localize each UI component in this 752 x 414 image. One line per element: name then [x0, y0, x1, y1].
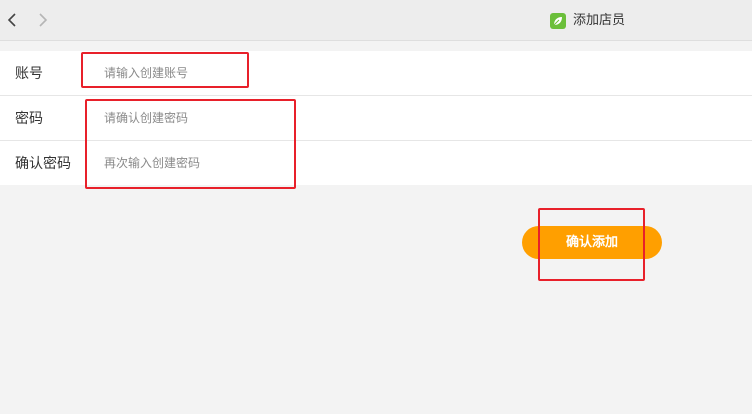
password-input[interactable]: [96, 103, 664, 133]
password-label: 密码: [15, 111, 43, 127]
account-input[interactable]: [96, 58, 664, 88]
confirm-password-label: 确认密码: [15, 156, 71, 172]
chevron-left-icon: [7, 13, 16, 27]
back-button[interactable]: [4, 11, 22, 29]
account-label: 账号: [15, 66, 43, 82]
leaf-app-icon: [550, 13, 566, 29]
title-bar: 添加店员: [0, 0, 752, 41]
confirm-password-input[interactable]: [96, 148, 664, 178]
password-row: 密码: [0, 96, 752, 141]
confirm-password-row: 确认密码: [0, 141, 752, 185]
forward-button[interactable]: [33, 11, 51, 29]
confirm-add-button[interactable]: 确认添加: [522, 226, 662, 259]
window-title: 添加店员: [573, 13, 626, 28]
account-row: 账号: [0, 51, 752, 96]
add-staff-form: 账号 密码 确认密码: [0, 51, 752, 185]
chevron-right-icon: [39, 13, 48, 27]
window-title-group: 添加店员: [550, 12, 625, 30]
